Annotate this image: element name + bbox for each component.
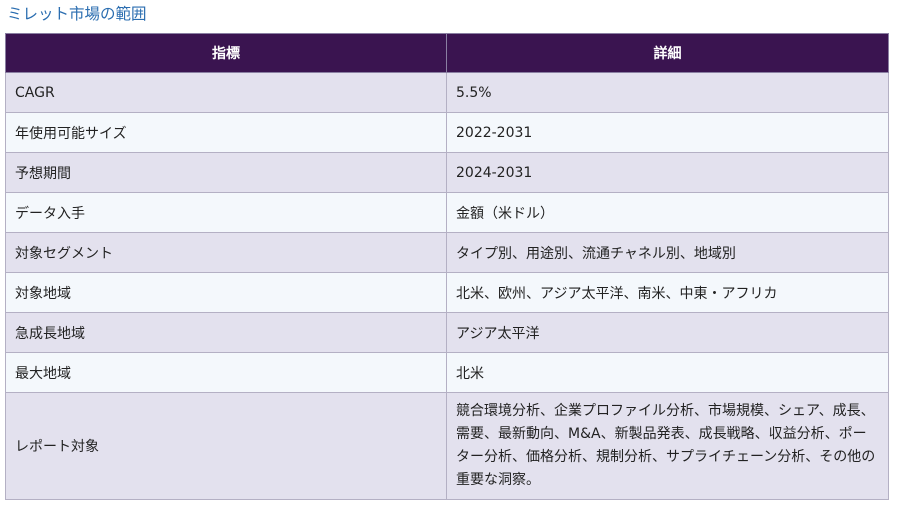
row-label: 年使用可能サイズ xyxy=(5,112,447,153)
column-header-details: 詳細 xyxy=(446,33,889,73)
row-label: 急成長地域 xyxy=(5,312,447,353)
row-label: 最大地域 xyxy=(5,352,447,393)
row-value: 金額（米ドル） xyxy=(446,192,889,233)
table-row: 年使用可能サイズ 2022-2031 xyxy=(5,112,889,153)
table-row: 対象地域 北米、欧州、アジア太平洋、南米、中東・アフリカ xyxy=(5,272,889,313)
row-label: レポート対象 xyxy=(5,392,447,500)
row-value: 2022-2031 xyxy=(446,112,889,153)
row-value: 北米、欧州、アジア太平洋、南米、中東・アフリカ xyxy=(446,272,889,313)
row-label: CAGR xyxy=(5,72,447,113)
table-row: 急成長地域 アジア太平洋 xyxy=(5,312,889,353)
page-title: ミレット市場の範囲 xyxy=(7,5,147,23)
row-label: 予想期間 xyxy=(5,152,447,193)
row-value: 競合環境分析、企業プロファイル分析、市場規模、シェア、成長、需要、最新動向、M&… xyxy=(446,392,889,500)
row-label: 対象地域 xyxy=(5,272,447,313)
row-value: アジア太平洋 xyxy=(446,312,889,353)
table-row: 対象セグメント タイプ別、用途別、流通チャネル別、地域別 xyxy=(5,232,889,273)
row-value: 北米 xyxy=(446,352,889,393)
table-row: レポート対象 競合環境分析、企業プロファイル分析、市場規模、シェア、成長、需要、… xyxy=(5,392,889,500)
column-header-metric: 指標 xyxy=(5,33,447,73)
table-row: 予想期間 2024-2031 xyxy=(5,152,889,193)
scope-table: 指標 詳細 CAGR 5.5% 年使用可能サイズ 2022-2031 予想期間 … xyxy=(5,33,889,500)
table-row: 最大地域 北米 xyxy=(5,352,889,393)
row-label: データ入手 xyxy=(5,192,447,233)
table-row: CAGR 5.5% xyxy=(5,72,889,113)
table-header-row: 指標 詳細 xyxy=(5,33,889,73)
row-value: タイプ別、用途別、流通チャネル別、地域別 xyxy=(446,232,889,273)
row-value: 5.5% xyxy=(446,72,889,113)
table-row: データ入手 金額（米ドル） xyxy=(5,192,889,233)
row-value: 2024-2031 xyxy=(446,152,889,193)
row-label: 対象セグメント xyxy=(5,232,447,273)
